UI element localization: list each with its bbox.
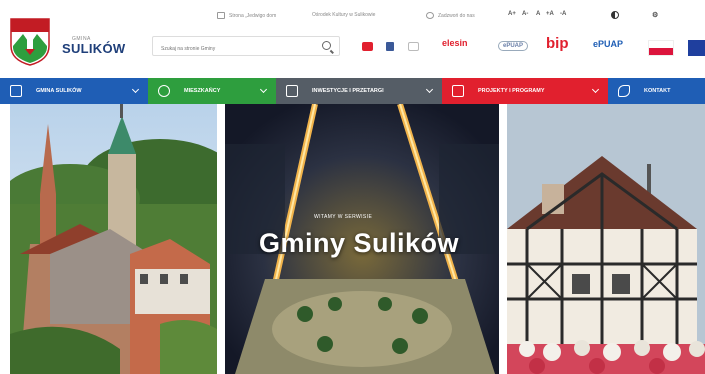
nav-mieszkancy-label: MIESZKAŃCY	[184, 88, 221, 94]
hero-image-timber-house	[507, 104, 705, 374]
nav-mieszkancy[interactable]: MIESZKAŃCY	[148, 78, 276, 104]
settings-icon[interactable]: ⚙	[652, 11, 658, 19]
hero-image-church	[10, 104, 217, 374]
timber-house-photo	[507, 104, 705, 374]
partner-bip[interactable]: bip	[546, 35, 569, 52]
utility-link-1[interactable]: Strona „Jedwigo dom	[217, 12, 276, 19]
youtube-icon[interactable]	[362, 42, 373, 51]
home-icon	[217, 12, 225, 19]
partner-epuap[interactable]: ePUAP	[498, 41, 529, 51]
coat-of-arms-icon[interactable]	[10, 18, 50, 66]
nav-projekty-label: PROJEKTY I PROGRAMY	[478, 88, 545, 94]
utility-link-2[interactable]: Ośrodek Kultury w Sulikowie	[312, 12, 375, 18]
nav-kontakt[interactable]: KONTAKT	[608, 78, 705, 104]
search-icon[interactable]	[322, 41, 331, 50]
chevron-down-icon	[259, 85, 268, 94]
contrast-minus[interactable]: -A	[560, 11, 566, 17]
shield-icon	[10, 85, 22, 97]
nav-gmina-sulikow[interactable]: GMINA SULIKÓW	[0, 78, 148, 104]
nav-kontakt-label: KONTAKT	[644, 88, 671, 94]
poland-flag-icon[interactable]	[648, 40, 674, 56]
utility-link-3-label: Zadzwoń do nas	[438, 12, 475, 19]
nav-inwestycje[interactable]: INWESTYCJE I PRZETARGI	[276, 78, 442, 104]
church-photo	[10, 104, 217, 374]
facebook-icon[interactable]	[386, 42, 394, 51]
partner-epuap-2[interactable]: ePUAP	[593, 39, 623, 49]
hero-image-square-night: WITAMY W SERWISIE Gminy Sulików	[225, 104, 499, 374]
font-size-smaller[interactable]: A-	[522, 11, 528, 17]
font-size-bigger[interactable]: A+	[508, 11, 516, 17]
chevron-down-icon	[591, 85, 600, 94]
phone-icon	[618, 85, 630, 97]
font-size-default[interactable]: A	[536, 11, 540, 17]
document-icon	[452, 85, 464, 97]
nav-gmina-sulikow-label: GMINA SULIKÓW	[36, 88, 82, 94]
partner-elesin[interactable]: elesin	[442, 38, 468, 48]
construction-icon	[286, 85, 298, 97]
search-input[interactable]	[153, 40, 313, 58]
search-box[interactable]	[152, 36, 340, 58]
utility-link-2-label: Ośrodek Kultury w Sulikowie	[312, 12, 376, 18]
contrast-icon[interactable]	[611, 11, 619, 19]
utility-link-1-label: Strona „Jedwigo dom	[229, 12, 277, 19]
nav-projekty[interactable]: PROJEKTY I PROGRAMY	[442, 78, 608, 104]
nav-inwestycje-label: INWESTYCJE I PRZETARGI	[312, 88, 384, 94]
logo-title[interactable]: SULIKÓW	[62, 41, 125, 56]
site-header: GMINA SULIKÓW Strona „Jedwigo dom Ośrode…	[0, 0, 705, 78]
contrast-plus[interactable]: +A	[546, 11, 554, 17]
eu-flag-icon[interactable]	[688, 40, 705, 56]
main-navigation: GMINA SULIKÓW MIESZKAŃCY INWESTYCJE I PR…	[0, 78, 705, 104]
hero-title: Gminy Sulików	[259, 228, 460, 258]
chevron-down-icon	[425, 85, 434, 94]
phone-icon	[426, 12, 434, 19]
chevron-down-icon	[131, 85, 140, 94]
utility-link-3[interactable]: Zadzwoń do nas	[426, 12, 475, 19]
people-icon	[158, 85, 170, 97]
hero-subtitle: WITAMY W SERWISIE	[314, 214, 373, 220]
hero-gallery: WITAMY W SERWISIE Gminy Sulików	[0, 104, 705, 374]
instagram-icon[interactable]	[408, 42, 419, 51]
